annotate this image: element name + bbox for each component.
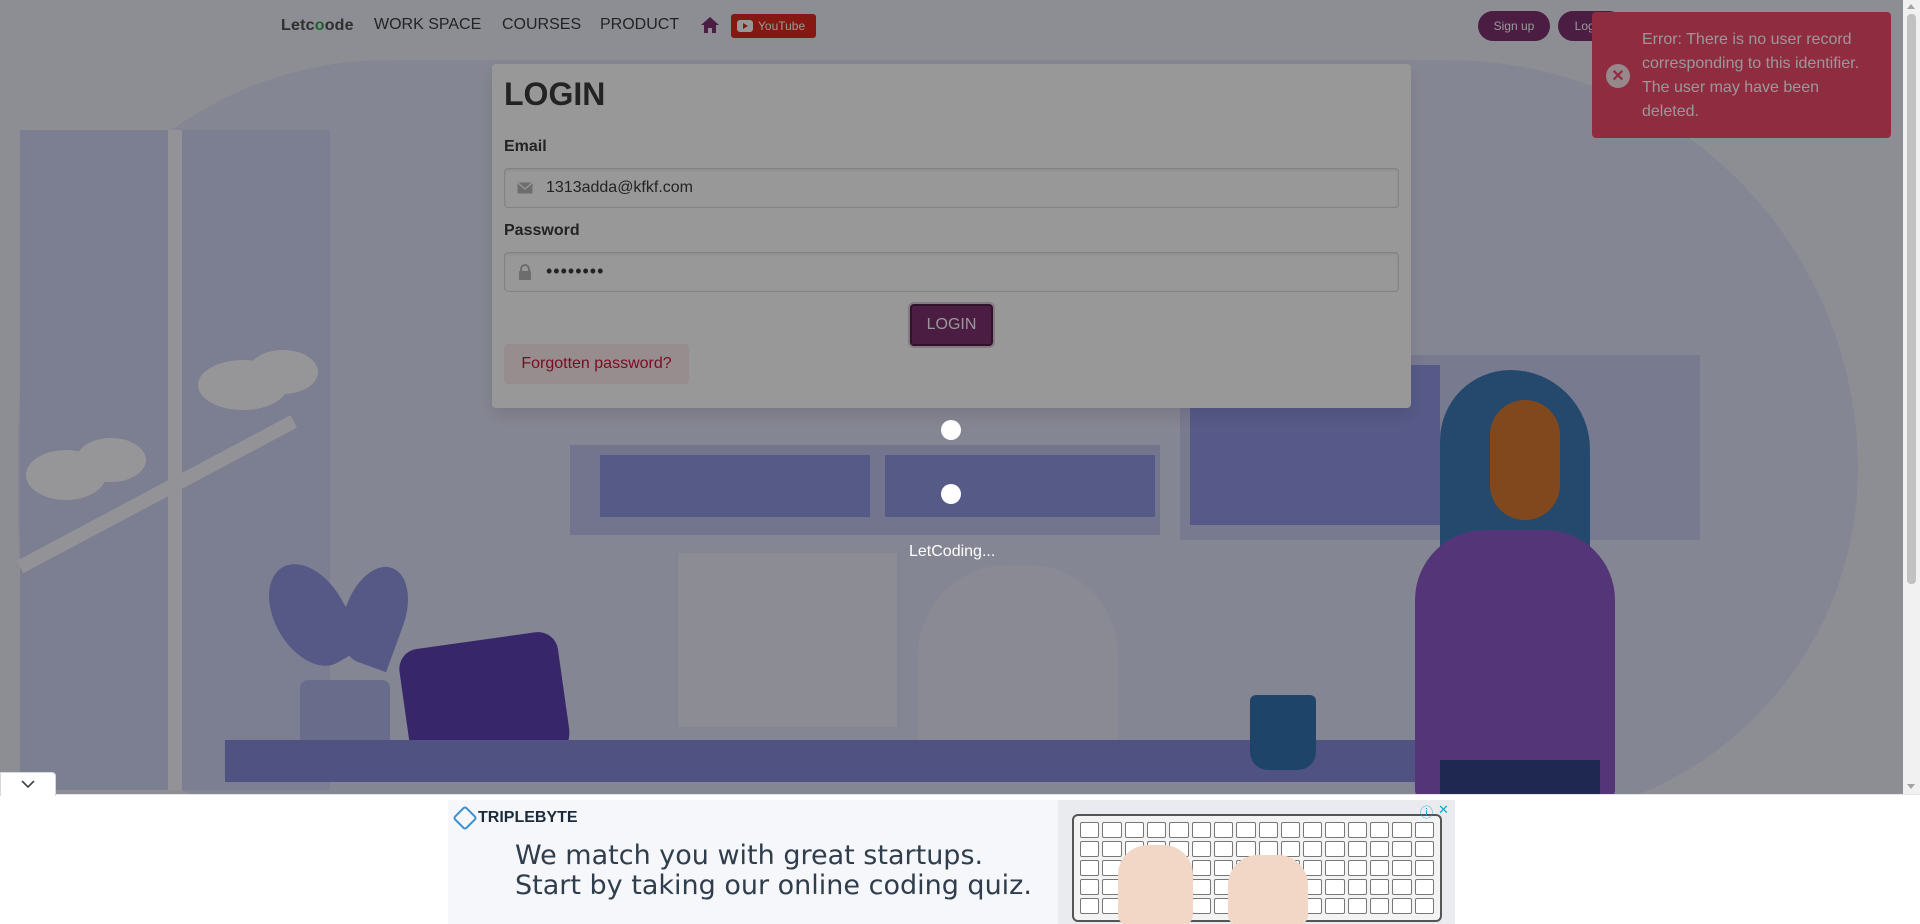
scroll-thumb[interactable] [1907,14,1916,584]
collapse-ad-button[interactable] [0,772,56,796]
loader-text: LetCoding... [909,543,996,560]
ad-info-icon[interactable]: ⓘ [1420,802,1433,821]
advertisement-banner[interactable]: TRIPLEBYTE We match you with great start… [448,800,1455,924]
ad-headline-2: Start by taking our online coding quiz. [515,870,1032,901]
triplebyte-logo-icon [452,805,478,831]
ad-keyboard-image: ⓘ ✕ [1058,800,1455,924]
right-hand-illustration [1228,855,1308,924]
ad-close-icon[interactable]: ✕ [1438,802,1449,818]
scroll-up-arrow-icon[interactable] [1907,4,1915,9]
chevron-down-icon [21,780,35,789]
ad-headline-1: We match you with great startups. [515,840,984,871]
ad-brand-name: TRIPLEBYTE [478,809,578,826]
loader-dot [941,484,961,504]
loading-overlay [0,0,1903,794]
left-hand-illustration [1118,845,1193,924]
ad-brand: TRIPLEBYTE [452,805,578,831]
loader-dot [941,420,961,440]
page-scrollbar[interactable] [1903,0,1920,794]
scroll-down-arrow-icon[interactable] [1907,784,1915,789]
